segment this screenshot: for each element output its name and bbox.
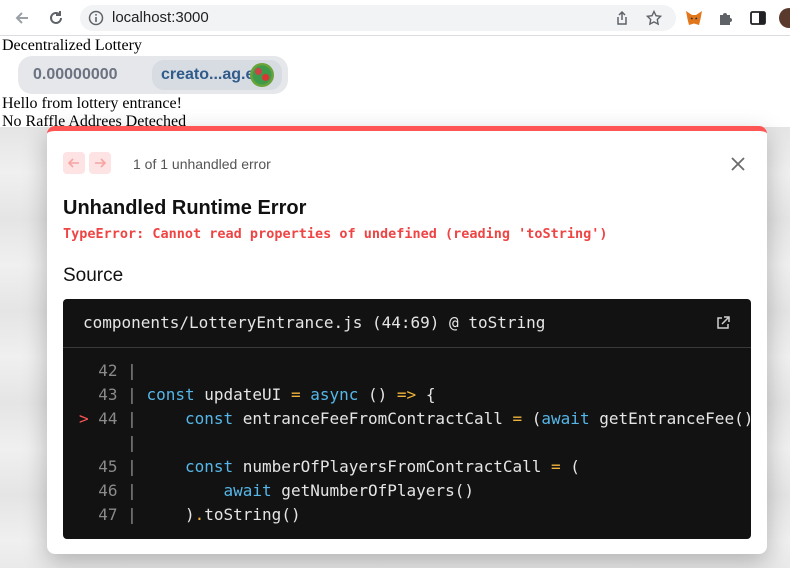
code-line: 45 | const numberOfPlayersFromContractCa… bbox=[88, 457, 580, 476]
source-heading: Source bbox=[63, 265, 124, 286]
previous-error-button[interactable] bbox=[63, 152, 85, 174]
code-divider bbox=[63, 347, 751, 348]
code-line: > 44 | const entranceFeeFromContractCall… bbox=[79, 409, 751, 428]
account-chip[interactable]: creato...ag.eth bbox=[152, 60, 282, 90]
fox-icon[interactable] bbox=[685, 9, 703, 27]
page-title: Decentralized Lottery bbox=[2, 37, 142, 54]
error-dialog: 1 of 1 unhandled error Unhandled Runtime… bbox=[47, 126, 767, 554]
account-avatar bbox=[250, 63, 274, 87]
hello-text: Hello from lottery entrance! bbox=[2, 95, 182, 112]
account-pill[interactable]: 0.00000000 creato...ag.eth bbox=[18, 56, 288, 94]
next-error-button[interactable] bbox=[89, 152, 111, 174]
arrow-right-icon bbox=[95, 158, 107, 168]
code-listing: 42 | 43 | const updateUI = async () => {… bbox=[79, 359, 751, 527]
error-pager bbox=[63, 152, 111, 174]
reload-icon bbox=[50, 11, 62, 24]
puzzle-icon[interactable] bbox=[717, 9, 735, 27]
side-panel-icon[interactable] bbox=[749, 9, 767, 27]
error-title: Unhandled Runtime Error bbox=[63, 197, 307, 219]
external-link-icon[interactable] bbox=[715, 315, 731, 331]
reload-button[interactable] bbox=[44, 6, 68, 30]
profile-avatar[interactable] bbox=[779, 8, 790, 28]
back-button[interactable] bbox=[10, 6, 34, 30]
url-text: localhost:3000 bbox=[112, 9, 209, 26]
wallet-balance: 0.00000000 bbox=[33, 66, 118, 83]
error-count: 1 of 1 unhandled error bbox=[133, 156, 271, 172]
code-line: 46 | await getNumberOfPlayers() bbox=[88, 481, 474, 500]
error-message: TypeError: Cannot read properties of und… bbox=[63, 226, 608, 242]
code-line: 47 | ).toString() bbox=[88, 505, 301, 524]
arrow-left-icon bbox=[67, 158, 79, 168]
address-bar[interactable]: localhost:3000 bbox=[80, 5, 676, 31]
star-icon[interactable] bbox=[646, 10, 662, 26]
code-line: 42 | bbox=[88, 361, 147, 380]
code-line: 43 | const updateUI = async () => { bbox=[88, 385, 436, 404]
close-icon[interactable] bbox=[728, 154, 748, 174]
browser-toolbar: localhost:3000 bbox=[0, 0, 790, 36]
code-frame: components/LotteryEntrance.js (44:69) @ … bbox=[63, 299, 751, 539]
code-line: | bbox=[88, 433, 147, 452]
arrow-left-icon bbox=[15, 12, 28, 24]
info-icon[interactable] bbox=[88, 10, 104, 26]
share-icon[interactable] bbox=[614, 10, 630, 26]
source-file-reference[interactable]: components/LotteryEntrance.js (44:69) @ … bbox=[83, 313, 545, 332]
